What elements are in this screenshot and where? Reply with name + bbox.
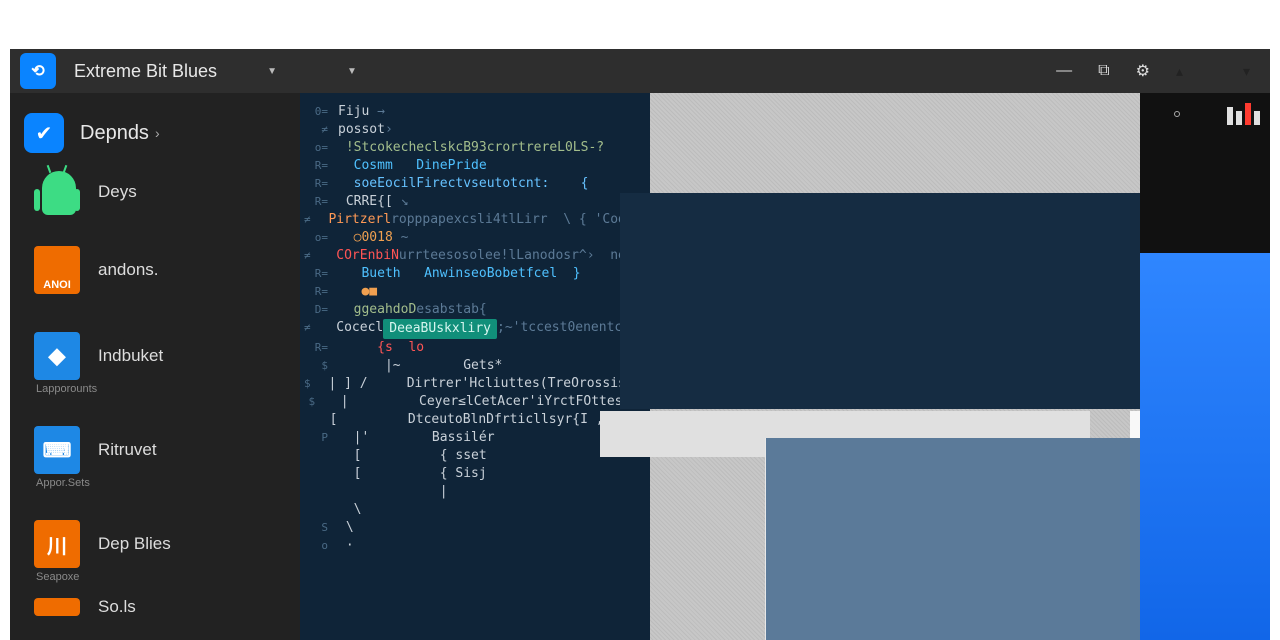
android-icon: [34, 168, 80, 216]
header-bar: ⟲ Extreme Bit Blues ▼ ▼ — ⧉ ⚙ ▴ ▾: [10, 49, 1270, 93]
sidebar-item-ritruvet[interactable]: ⌨ Ritruvet: [10, 421, 300, 479]
sidebar-item-deys[interactable]: Deys: [10, 163, 300, 221]
editor-area: 0=Fiju →≠possot›o= !StcokecheclskcB93cro…: [300, 93, 1140, 640]
sidebar-item-label: andons.: [98, 260, 159, 280]
chevron-up-icon[interactable]: ▴: [1176, 63, 1183, 80]
code-line[interactable]: R= Cosmm DinePride: [300, 157, 650, 175]
chevron-down-icon[interactable]: ▼: [267, 66, 277, 77]
sidebar-item-andons[interactable]: ANOI andons.: [10, 241, 300, 299]
code-line[interactable]: ≠ Pirtzerlropppapexcsli4tlLirr \ { 'Code…: [300, 211, 650, 229]
sidebar-sub: Appor.Sets: [10, 477, 300, 489]
sidebar-sub: Lapporounts: [10, 383, 300, 395]
code-line[interactable]: P |' Bassilér: [300, 429, 650, 447]
minimize-icon[interactable]: —: [1056, 62, 1072, 80]
kbd-icon: ⌨: [34, 426, 80, 474]
code-line[interactable]: ≠possot›: [300, 121, 650, 139]
code-line[interactable]: R= Bueth AnwinseoBobetfcel }: [300, 265, 650, 283]
sidebar-title: Depnds: [80, 122, 149, 145]
code-line[interactable]: o ·: [300, 537, 650, 555]
status-dot-icon: [1174, 111, 1180, 117]
sidebar-item-depblies[interactable]: 川 Dep Blies: [10, 515, 300, 573]
sidebar-item-label: Dep Blies: [98, 534, 171, 554]
code-line[interactable]: |: [300, 483, 650, 501]
code-line[interactable]: R= {s lo: [300, 339, 650, 357]
kanji-icon: 川: [34, 520, 80, 568]
code-line[interactable]: o= ○0018 ~: [300, 229, 650, 247]
code-line[interactable]: R= CRRE{[ ↘: [300, 193, 650, 211]
code-line[interactable]: S \: [300, 519, 650, 537]
project-title[interactable]: Extreme Bit Blues: [74, 61, 217, 82]
code-line[interactable]: R= ●■: [300, 283, 650, 301]
code-line[interactable]: R= soeEocilFirectvseutotcnt: {: [300, 175, 650, 193]
bars-icon[interactable]: [1227, 107, 1260, 125]
settings-icon[interactable]: ⚙: [1136, 61, 1150, 81]
sidebar-header[interactable]: ✔ Depnds ›: [10, 103, 300, 163]
overlay-panel: ⎙HPRBBE: [620, 193, 1180, 409]
code-line[interactable]: $ | Ceyer≤lCetAcer'iYrctFOttesece: [300, 393, 650, 411]
anoi-icon: ANOI: [34, 246, 80, 294]
chevron-right-icon: ›: [155, 125, 160, 141]
code-line[interactable]: 0=Fiju →: [300, 103, 650, 121]
app-window: ⟲ Extreme Bit Blues ▼ ▼ — ⧉ ⚙ ▴ ▾ ✔ Depn…: [10, 49, 1270, 640]
logo-glyph: ⟲: [31, 61, 44, 81]
copy-icon[interactable]: ⧉: [1098, 62, 1109, 80]
right-panel: [1140, 93, 1270, 640]
blank-icon: [34, 598, 80, 616]
code-line[interactable]: [ { Sisj: [300, 465, 650, 483]
chevron-down-icon[interactable]: ▼: [347, 66, 357, 77]
code-line[interactable]: D= ggeahdoDesabstab{: [300, 301, 650, 319]
sidebar-item-label: Ritruvet: [98, 440, 157, 460]
code-line[interactable]: $ |~ Gets*: [300, 357, 650, 375]
diamond-icon: ◆: [34, 332, 80, 380]
code-line[interactable]: $ | ] / Dirtrer'Hcliuttes(TreOrossisceDr…: [300, 375, 650, 393]
sidebar-sub: Seapoxe: [10, 571, 300, 583]
code-line[interactable]: [ DtceutoBlnDfrticllsyr{I ,oortiCortVutl…: [300, 411, 650, 429]
code-line[interactable]: ≠ CoceclDeeaBUskxliry;~'tccest0enentc</c…: [300, 319, 650, 339]
code-editor[interactable]: 0=Fiju →≠possot›o= !StcokecheclskcB93cro…: [300, 93, 650, 640]
chevron-down-icon[interactable]: ▾: [1243, 63, 1250, 80]
code-line[interactable]: [ { sset: [300, 447, 650, 465]
sidebar-item-indbuket[interactable]: ◆ Indbuket: [10, 327, 300, 385]
app-logo-icon[interactable]: ⟲: [20, 53, 56, 89]
sidebar-item-label: Indbuket: [98, 346, 163, 366]
sidebar-item-sols[interactable]: So.ls: [10, 595, 300, 622]
right-panel-dark: [1140, 93, 1270, 253]
right-panel-blue: [1140, 253, 1270, 640]
sidebar-item-label: So.ls: [98, 597, 136, 617]
code-line[interactable]: \: [300, 501, 650, 519]
preview-pane: [765, 438, 1180, 640]
sidebar-item-label: Deys: [98, 182, 137, 202]
code-line[interactable]: o= !StcokecheclskcB93crortrereL0LS-?: [300, 139, 650, 157]
code-line[interactable]: ≠ COrEnbiNurrteesosolee!lLanodosr^› nene…: [300, 247, 650, 265]
check-icon: ✔: [24, 113, 64, 153]
sidebar: ✔ Depnds › Deys ANOI andons. ◆: [10, 93, 300, 640]
